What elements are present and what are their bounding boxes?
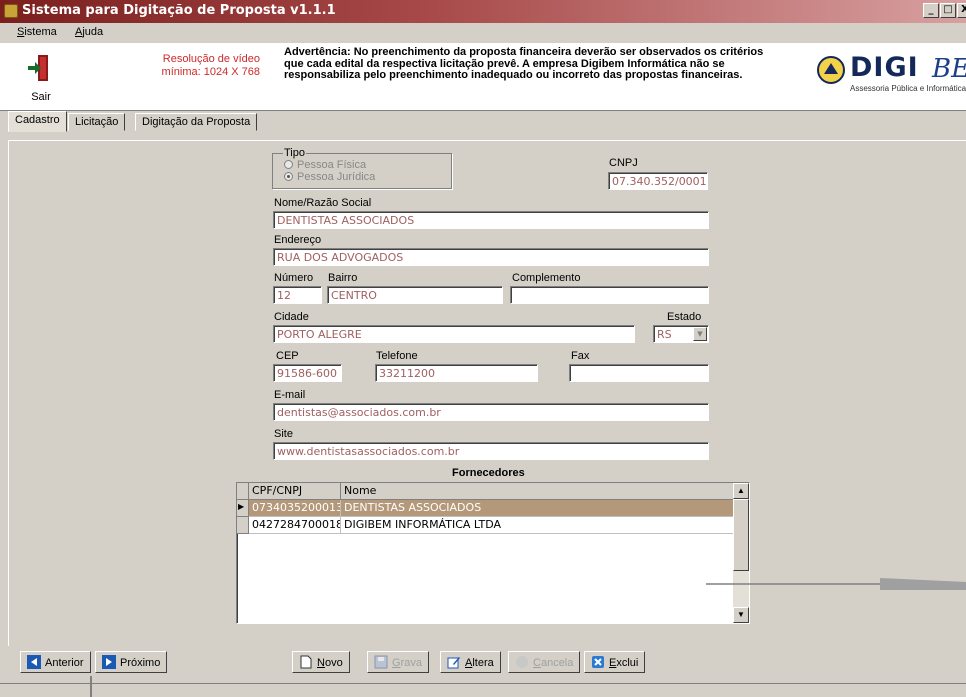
tipo-label: Tipo	[283, 147, 306, 159]
maximize-button[interactable]: □	[940, 3, 956, 18]
proximo-button[interactable]: Próximo	[95, 651, 168, 673]
table-row-cnpj[interactable]: 04272847000186	[249, 517, 341, 534]
fornecedores-title: Fornecedores	[452, 467, 525, 479]
estado-value: RS	[657, 328, 672, 341]
radio-circle[interactable]	[284, 160, 293, 169]
numero-field[interactable]: 12	[273, 286, 322, 304]
anterior-button[interactable]: Anterior	[20, 651, 91, 673]
tab-strip: Cadastro Licitação Digitação da Proposta	[0, 111, 966, 132]
arrow-icon	[706, 578, 966, 590]
fax-label: Fax	[571, 350, 590, 362]
nome-label: Nome/Razão Social	[274, 197, 372, 209]
radio-circle[interactable]	[284, 172, 293, 181]
cep-field[interactable]: 91586-600	[273, 364, 342, 382]
radio-pessoa-fisica[interactable]: Pessoa Física	[284, 159, 366, 171]
delete-icon	[592, 656, 604, 668]
cnpj-label: CNPJ	[609, 157, 638, 169]
title-bar: Sistema para Digitação de Proposta v1.1.…	[0, 0, 966, 23]
column-header-nome[interactable]: Nome	[341, 483, 734, 500]
company-logo: DIGI BEM Assessoria Pública e Informátic…	[812, 52, 966, 99]
nome-field[interactable]: DENTISTAS ASSOCIADOS	[273, 211, 709, 229]
minimize-button[interactable]: _	[923, 3, 939, 18]
estado-select[interactable]: RS ▼	[653, 325, 709, 343]
app-icon	[4, 4, 18, 18]
window-title: Sistema para Digitação de Proposta v1.1.…	[22, 3, 336, 18]
save-icon	[374, 655, 388, 669]
cidade-label: Cidade	[274, 311, 309, 323]
grava-button[interactable]: Grava	[367, 651, 429, 673]
cancel-icon	[516, 656, 528, 668]
telefone-field[interactable]: 33211200	[375, 364, 538, 382]
menu-bar: Sistema Ajuda	[0, 23, 966, 43]
email-label: E-mail	[274, 389, 306, 401]
estado-label: Estado	[667, 311, 702, 323]
fax-field[interactable]	[569, 364, 709, 382]
novo-button[interactable]: Novo	[292, 651, 350, 673]
chevron-down-icon[interactable]: ▼	[693, 327, 707, 341]
scroll-thumb[interactable]	[733, 499, 749, 571]
endereco-field[interactable]: RUA DOS ADVOGADOS	[273, 248, 709, 266]
divider	[90, 676, 92, 697]
close-button[interactable]: X	[957, 3, 966, 18]
logo-subtitle: Assessoria Pública e Informática	[850, 84, 966, 93]
logo-digi: DIGI	[850, 52, 919, 83]
menu-sistema[interactable]: Sistema	[17, 26, 57, 38]
anterior-label: Anterior	[45, 657, 84, 669]
altera-button[interactable]: Altera	[440, 651, 501, 673]
exclui-button[interactable]: Exclui	[584, 651, 646, 673]
exit-icon[interactable]	[26, 53, 52, 83]
site-label: Site	[274, 428, 293, 440]
table-row-nome[interactable]: DENTISTAS ASSOCIADOS	[341, 500, 734, 517]
tab-licitacao[interactable]: Licitação	[68, 113, 126, 131]
status-bar	[0, 683, 966, 697]
endereco-label: Endereço	[274, 234, 322, 246]
table-row-cnpj[interactable]: 07340352000135	[249, 500, 341, 517]
grid-corner	[237, 483, 249, 500]
grid-scrollbar[interactable]: ▲ ▼	[733, 483, 749, 623]
bairro-field[interactable]: CENTRO	[327, 286, 503, 304]
new-document-icon	[300, 655, 312, 669]
numero-label: Número	[274, 272, 314, 284]
cnpj-field[interactable]: 07.340.352/0001-35	[608, 172, 708, 190]
logo-emblem-icon	[817, 56, 845, 84]
column-header-cpf-cnpj[interactable]: CPF/CNPJ	[249, 483, 341, 500]
bairro-label: Bairro	[328, 272, 358, 284]
next-icon	[102, 655, 116, 669]
email-field[interactable]: dentistas@associados.com.br	[273, 403, 709, 421]
scroll-down-icon[interactable]: ▼	[733, 607, 749, 623]
row-indicator-icon: ▶	[237, 500, 249, 517]
menu-ajuda[interactable]: Ajuda	[75, 26, 103, 38]
radio-pessoa-juridica[interactable]: Pessoa Jurídica	[284, 171, 375, 183]
tab-digitacao-proposta[interactable]: Digitação da Proposta	[135, 113, 258, 131]
cidade-field[interactable]: PORTO ALEGRE	[273, 325, 635, 343]
site-field[interactable]: www.dentistasassociados.com.br	[273, 442, 709, 460]
header-banner: Sair Resolução de vídeo mínima: 1024 X 7…	[0, 43, 966, 111]
tab-cadastro[interactable]: Cadastro	[8, 111, 67, 132]
row-indicator	[237, 517, 249, 534]
table-row-nome[interactable]: DIGIBEM INFORMÁTICA LTDA	[341, 517, 734, 534]
proximo-label: Próximo	[120, 657, 161, 669]
previous-icon	[27, 655, 41, 669]
warning-text: Advertência: No preenchimento da propost…	[284, 46, 764, 81]
complemento-label: Complemento	[512, 272, 581, 284]
fornecedores-grid[interactable]: CPF/CNPJ Nome ▶ 07340352000135 DENTISTAS…	[236, 482, 750, 624]
cancela-button[interactable]: Cancela	[508, 651, 581, 673]
complemento-field[interactable]	[510, 286, 709, 304]
edit-icon	[447, 657, 460, 669]
telefone-label: Telefone	[376, 350, 418, 362]
exit-label[interactable]: Sair	[26, 91, 56, 103]
scroll-up-icon[interactable]: ▲	[733, 483, 749, 499]
resolution-note: Resolução de vídeo mínima: 1024 X 768	[161, 53, 260, 78]
logo-bem: BEM	[932, 54, 966, 84]
cep-label: CEP	[276, 350, 299, 362]
